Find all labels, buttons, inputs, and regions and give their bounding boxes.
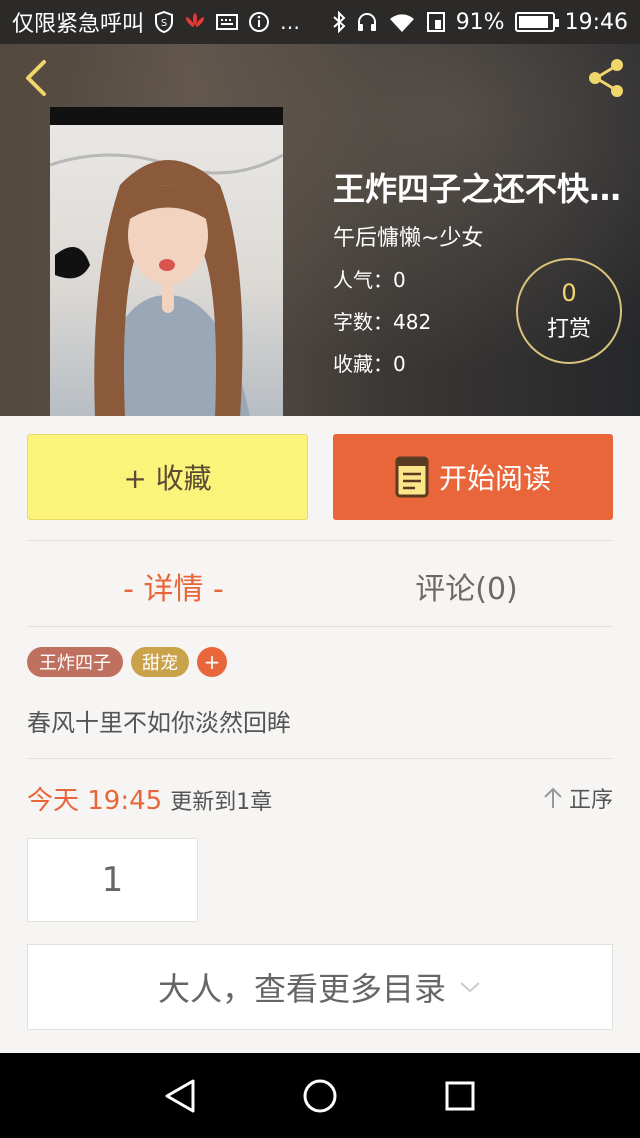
share-icon xyxy=(589,59,623,97)
battery-percent: 91% xyxy=(455,9,505,35)
recents-square-icon xyxy=(445,1081,475,1110)
tab-detail-label: - 详情 - xyxy=(123,572,224,607)
book-intro: 春风十里不如你淡然回眸 xyxy=(27,709,291,737)
tab-comments[interactable]: 评论(0) xyxy=(320,548,613,624)
book-title: 王炸四子之还不快… xyxy=(333,170,622,208)
tag-item[interactable]: 甜宠 xyxy=(131,647,189,677)
chevron-left-icon xyxy=(26,60,46,96)
status-left: 仅限紧急呼叫 S … xyxy=(12,6,300,38)
divider xyxy=(27,626,613,627)
system-nav-bar xyxy=(0,1053,640,1138)
sort-label: 正序 xyxy=(568,788,613,813)
cover-border xyxy=(50,107,283,125)
back-triangle-icon xyxy=(165,1079,195,1112)
headphones-icon xyxy=(356,11,378,33)
status-bar: 仅限紧急呼叫 S … 91% 19:46 xyxy=(0,0,640,44)
carrier-text: 仅限紧急呼叫 xyxy=(12,12,145,37)
sort-order-button[interactable]: 正序 xyxy=(543,780,613,816)
bluetooth-icon xyxy=(332,11,346,33)
collect-button[interactable]: + 收藏 xyxy=(27,434,308,520)
more-catalog-label: 大人，查看更多目录 xyxy=(157,970,446,1008)
shield-icon: S xyxy=(154,11,174,33)
more-icon: … xyxy=(280,10,301,34)
update-info: 今天 19:45 更新到1章 xyxy=(27,780,272,816)
favorites-stat: 收藏：0 xyxy=(333,352,406,376)
nav-home-button[interactable] xyxy=(290,1066,350,1126)
start-reading-button[interactable]: 开始阅读 xyxy=(333,434,613,520)
share-button[interactable] xyxy=(582,54,630,102)
tab-detail[interactable]: - 详情 - xyxy=(27,548,320,624)
battery-icon xyxy=(514,12,559,32)
reward-count: 0 xyxy=(561,279,577,307)
info-icon xyxy=(248,11,270,33)
reward-button[interactable]: 0 打赏 xyxy=(516,258,622,364)
status-right: 91% 19:46 xyxy=(332,10,628,35)
nav-recents-button[interactable] xyxy=(430,1066,490,1126)
chapter-item[interactable]: 1 xyxy=(27,838,198,922)
sim-icon xyxy=(426,11,446,33)
battery-fill xyxy=(518,16,548,28)
add-tag-button[interactable]: + xyxy=(197,647,227,677)
tag-item[interactable]: 王炸四子 xyxy=(27,647,123,677)
read-label: 开始阅读 xyxy=(438,462,551,495)
huawei-icon xyxy=(184,13,206,31)
chevron-down-icon xyxy=(460,982,480,993)
arrow-up-icon xyxy=(544,787,562,808)
update-time: 今天 19:45 xyxy=(27,786,163,816)
book-icon xyxy=(395,456,429,498)
nav-back-button[interactable] xyxy=(150,1066,210,1126)
back-button[interactable] xyxy=(16,56,56,100)
word-count-stat: 字数：482 xyxy=(333,310,432,334)
update-text: 更新到1章 xyxy=(170,790,273,815)
home-circle-icon xyxy=(303,1079,337,1112)
popularity-stat: 人气：0 xyxy=(333,268,406,292)
more-catalog-button[interactable]: 大人，查看更多目录 xyxy=(27,944,613,1030)
keyboard-icon xyxy=(216,14,239,30)
wifi-icon xyxy=(388,11,416,33)
collect-label: + 收藏 xyxy=(123,462,212,495)
cover-photo xyxy=(50,125,283,416)
book-cover[interactable] xyxy=(50,107,283,416)
divider xyxy=(27,758,613,759)
tab-comments-label: 评论(0) xyxy=(415,572,518,607)
reward-label: 打赏 xyxy=(546,317,591,342)
book-header: 王炸四子之还不快… 午后慵懒~少女 人气：0 字数：482 收藏：0 0 打赏 xyxy=(0,44,640,416)
book-author[interactable]: 午后慵懒~少女 xyxy=(333,220,483,252)
svg-text:S: S xyxy=(161,18,167,29)
clock: 19:46 xyxy=(564,9,628,35)
divider xyxy=(27,540,613,541)
